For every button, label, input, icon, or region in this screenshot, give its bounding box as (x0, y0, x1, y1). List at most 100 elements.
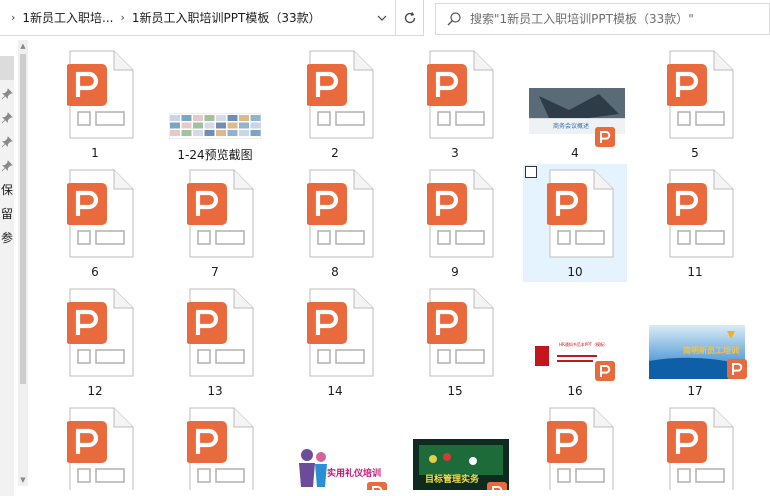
file-item[interactable] (523, 402, 627, 490)
nav-item-label[interactable]: 留 (1, 205, 15, 222)
breadcrumb-separator: › (11, 11, 16, 24)
thumbnail-caption: 实用礼仪培训 (327, 469, 382, 479)
file-name: 14 (327, 384, 343, 398)
scroll-down-arrow-icon[interactable]: ▼ (19, 476, 27, 484)
file-name: 9 (451, 265, 459, 279)
file-item[interactable]: 商务会议概述 4 (523, 45, 627, 163)
selection-checkbox[interactable] (525, 166, 537, 178)
file-item[interactable]: 12 (43, 283, 147, 401)
file-name: 3 (451, 146, 459, 160)
file-item[interactable]: 9 (403, 164, 507, 282)
thumbnail-caption: 简明新员工培训 (683, 346, 739, 355)
file-name: 10 (567, 265, 583, 279)
powerpoint-file-icon (307, 50, 374, 139)
pin-icon[interactable] (1, 160, 13, 172)
powerpoint-file-icon (307, 169, 374, 258)
powerpoint-file-icon (307, 288, 374, 377)
nav-item-label[interactable]: 保 (1, 181, 15, 198)
pin-icon[interactable] (1, 88, 13, 100)
thumbnail-caption: HR通知书范本PPT（模板） (559, 342, 609, 347)
file-item[interactable] (643, 402, 747, 490)
file-item[interactable]: 10 (523, 164, 627, 282)
file-name: 1 (91, 146, 99, 160)
file-name: 5 (691, 146, 699, 160)
pin-icon[interactable] (1, 112, 13, 124)
breadcrumb: › 1新员工入职培... › 1新员工入职培训PPT模板（33款） (0, 0, 369, 35)
file-name: 6 (91, 265, 99, 279)
powerpoint-file-icon (67, 169, 134, 258)
powerpoint-file-icon (547, 169, 614, 258)
powerpoint-badge-icon (367, 482, 387, 490)
search-input[interactable] (470, 12, 760, 26)
file-name: 11 (687, 265, 703, 279)
file-name: 1-24预览截图 (177, 148, 253, 162)
file-name: 17 (687, 384, 703, 398)
file-item[interactable] (43, 402, 147, 490)
scroll-up-arrow-icon[interactable]: ▲ (19, 42, 27, 50)
powerpoint-file-icon (187, 288, 254, 377)
file-name: 12 (87, 384, 103, 398)
powerpoint-file-icon (667, 407, 734, 490)
file-item[interactable]: 3 (403, 45, 507, 163)
file-item[interactable]: HR通知书范本PPT（模板） 16 (523, 283, 627, 401)
file-name: 13 (207, 384, 223, 398)
file-grid: 1 1-24预览截图 2 3 商务会议概述 4 5 6 7 8 9 10 11 12 13 14 15 HR通知书… (43, 45, 770, 490)
powerpoint-file-icon (67, 288, 134, 377)
file-item[interactable]: 7 (163, 164, 267, 282)
powerpoint-file-icon (427, 169, 494, 258)
powerpoint-file-icon (547, 407, 614, 490)
file-item[interactable] (163, 402, 267, 490)
file-name: 15 (447, 384, 463, 398)
breadcrumb-current[interactable]: 1新员工入职培训PPT模板（33款） (132, 9, 321, 26)
refresh-icon (404, 11, 415, 23)
file-item[interactable]: 5 (643, 45, 747, 163)
file-item[interactable]: 简明新员工培训 17 (643, 283, 747, 401)
search-icon (447, 12, 461, 26)
powerpoint-file-icon (427, 50, 494, 139)
file-item[interactable]: 1-24预览截图 (163, 45, 267, 163)
file-item[interactable]: 15 (403, 283, 507, 401)
powerpoint-badge-icon (595, 361, 615, 381)
file-name: 7 (211, 265, 219, 279)
refresh-button[interactable] (395, 0, 423, 35)
breadcrumb-parent[interactable]: 1新员工入职培... (22, 9, 113, 26)
file-item[interactable]: 14 (283, 283, 387, 401)
chevron-down-icon (377, 15, 387, 21)
scrollbar-thumb[interactable] (20, 54, 26, 384)
file-item[interactable]: 2 (283, 45, 387, 163)
file-name: 4 (571, 146, 579, 160)
thumbnail-caption: 商务会议概述 (553, 123, 590, 130)
powerpoint-file-icon (667, 50, 734, 139)
file-name: 16 (567, 384, 583, 398)
powerpoint-badge-icon (595, 127, 615, 147)
powerpoint-file-icon (67, 50, 134, 139)
preview-image (169, 113, 261, 139)
slide-thumbnail (293, 439, 387, 487)
file-item[interactable]: 11 (643, 164, 747, 282)
breadcrumb-separator: › (120, 11, 125, 24)
file-name: 8 (331, 265, 339, 279)
nav-pane-scrollbar[interactable]: ▲ ▼ (18, 40, 28, 486)
thumbnail-caption: 目标管理实务 (425, 475, 480, 485)
powerpoint-file-icon (427, 288, 494, 377)
address-bar[interactable]: › 1新员工入职培... › 1新员工入职培训PPT模板（33款） (0, 0, 424, 36)
nav-pane-selected-item[interactable] (0, 56, 14, 80)
powerpoint-badge-icon (487, 482, 507, 490)
pin-icon[interactable] (1, 136, 13, 148)
file-item[interactable]: 1 (43, 45, 147, 163)
powerpoint-badge-icon (727, 359, 747, 379)
address-dropdown-button[interactable] (369, 0, 395, 35)
file-item[interactable]: 8 (283, 164, 387, 282)
powerpoint-file-icon (187, 169, 254, 258)
file-item[interactable]: 6 (43, 164, 147, 282)
powerpoint-file-icon (187, 407, 254, 490)
powerpoint-file-icon (667, 169, 734, 258)
file-item[interactable]: 13 (163, 283, 267, 401)
powerpoint-file-icon (67, 407, 134, 490)
file-item[interactable]: 实用礼仪培训 (283, 402, 387, 490)
file-item[interactable]: 目标管理实务 (403, 402, 509, 490)
navigation-pane: 保 留 参 ▲ ▼ (0, 36, 33, 496)
nav-item-label[interactable]: 参 (1, 229, 15, 246)
file-name: 2 (331, 146, 339, 160)
search-box[interactable] (435, 3, 770, 35)
